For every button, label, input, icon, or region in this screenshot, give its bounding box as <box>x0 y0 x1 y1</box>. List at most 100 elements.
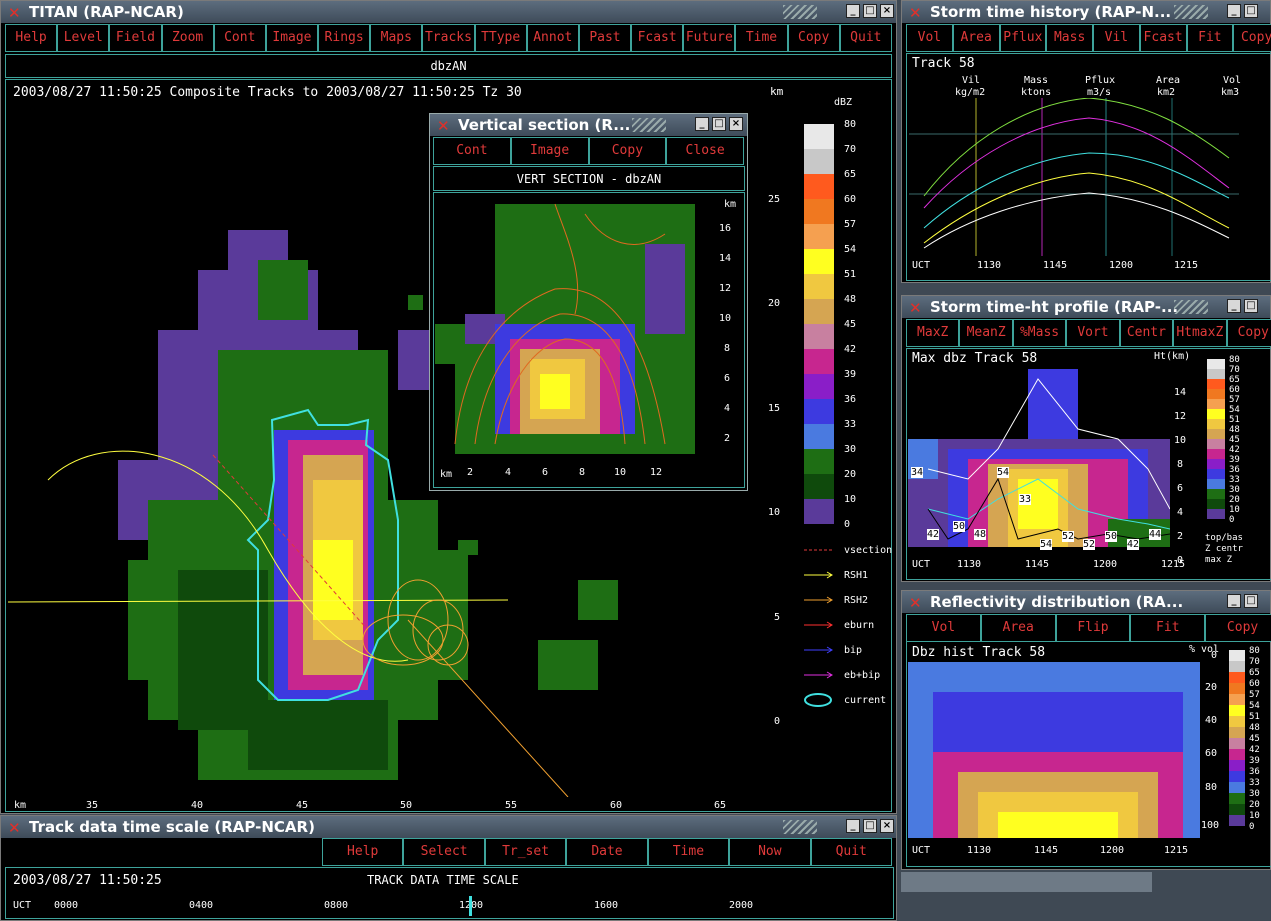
menu-copy[interactable]: Copy <box>787 24 840 52</box>
grip-icon[interactable] <box>632 118 666 132</box>
menu-image[interactable]: Image <box>265 24 319 52</box>
vs-x-tick: 10 <box>614 467 627 478</box>
menu-time[interactable]: Time <box>735 24 788 52</box>
history-copy-button[interactable]: Copy <box>1233 24 1271 52</box>
legend-swatch-vsection <box>804 549 832 551</box>
timescale-trset-button[interactable]: Tr_set <box>484 838 567 866</box>
close-icon[interactable]: × <box>880 4 894 18</box>
history-titlebar[interactable]: ✕ Storm time history (RAP-N... _ □ <box>902 1 1270 23</box>
profile-htmaxz-button[interactable]: HtmaxZ <box>1173 319 1227 347</box>
peak-label: 52 <box>1083 539 1096 550</box>
close-icon[interactable]: × <box>729 117 743 131</box>
close-x-icon[interactable]: ✕ <box>909 297 922 318</box>
minimize-icon[interactable]: _ <box>846 819 860 833</box>
vsection-cont-button[interactable]: Cont <box>433 137 511 165</box>
menu-level[interactable]: Level <box>57 24 110 52</box>
profile-vort-button[interactable]: Vort <box>1066 319 1120 347</box>
close-x-icon[interactable]: ✕ <box>909 592 922 613</box>
refl-copy-button[interactable]: Copy <box>1205 614 1271 642</box>
scale-swatch <box>1207 509 1225 519</box>
scale-swatch <box>1207 479 1225 489</box>
refl-flip-button[interactable]: Flip <box>1055 614 1131 642</box>
timescale-time-button[interactable]: Time <box>647 838 730 866</box>
titan-titlebar[interactable]: ✕ TITAN (RAP-NCAR) _ □ × <box>1 1 896 23</box>
legend-max-z: max Z <box>1205 555 1233 565</box>
vsection-image-button[interactable]: Image <box>510 137 589 165</box>
maximize-icon[interactable]: □ <box>863 819 877 833</box>
minimize-icon[interactable]: _ <box>1227 299 1241 313</box>
menu-ttype[interactable]: TType <box>474 24 527 52</box>
timescale-date-button[interactable]: Date <box>566 838 648 866</box>
history-track: Track 58 <box>912 56 975 71</box>
history-vil-button[interactable]: Vil <box>1093 24 1140 52</box>
timescale-quit-button[interactable]: Quit <box>810 838 892 866</box>
history-mass-button[interactable]: Mass <box>1046 24 1093 52</box>
menu-field[interactable]: Field <box>109 24 162 52</box>
grip-icon[interactable] <box>783 5 817 19</box>
profile-copy-button[interactable]: Copy <box>1226 319 1271 347</box>
refl-titlebar[interactable]: ✕ Reflectivity distribution (RA... _ □ <box>902 591 1270 613</box>
menu-future[interactable]: Future <box>683 24 736 52</box>
ht-tick: 14 <box>1174 387 1187 398</box>
menu-tracks[interactable]: Tracks <box>422 24 475 52</box>
menu-zoom[interactable]: Zoom <box>161 24 214 52</box>
menu-help[interactable]: Help <box>5 24 58 52</box>
vsection-close-button[interactable]: Close <box>666 137 744 165</box>
menu-fcast[interactable]: Fcast <box>631 24 684 52</box>
history-plot[interactable]: Track 58 Vil kg/m2 Mass ktons Pflux m3/s… <box>906 53 1271 281</box>
history-fcast-button[interactable]: Fcast <box>1139 24 1187 52</box>
scale-label: 10 <box>844 494 857 505</box>
refl-time: 1145 <box>1034 845 1059 856</box>
profile-centr-button[interactable]: Centr <box>1119 319 1174 347</box>
vsection-plot[interactable]: km 16 14 12 10 8 6 4 2 km 2 4 6 8 10 12 <box>433 192 745 488</box>
menu-rings[interactable]: Rings <box>318 24 371 52</box>
menu-annot[interactable]: Annot <box>526 24 579 52</box>
grip-icon[interactable] <box>1174 5 1208 19</box>
peak-label: 42 <box>927 529 940 540</box>
menu-maps[interactable]: Maps <box>370 24 423 52</box>
vsection-titlebar[interactable]: ✕ Vertical section (R... _ □ × <box>430 114 747 136</box>
profile-meanz-button[interactable]: MeanZ <box>959 319 1013 347</box>
history-pflux-button[interactable]: Pflux <box>999 24 1047 52</box>
minimize-icon[interactable]: _ <box>1227 4 1241 18</box>
refl-plot[interactable]: Dbz hist Track 58 % vol 0 20 40 60 80 10… <box>906 641 1271 867</box>
timescale-select-button[interactable]: Select <box>403 838 485 866</box>
timescale-panel[interactable]: 2003/08/27 11:50:25 TRACK DATA TIME SCAL… <box>5 867 894 919</box>
maximize-icon[interactable]: □ <box>1244 594 1258 608</box>
profile-mass-button[interactable]: %Mass <box>1012 319 1067 347</box>
timescale-titlebar[interactable]: ✕ Track data time scale (RAP-NCAR) _ □ × <box>1 816 896 838</box>
minimize-icon[interactable]: _ <box>1227 594 1241 608</box>
minimize-icon[interactable]: _ <box>846 4 860 18</box>
history-vol-button[interactable]: Vol <box>906 24 953 52</box>
close-icon[interactable]: × <box>880 819 894 833</box>
refl-vol-button[interactable]: Vol <box>906 614 981 642</box>
profile-maxz-button[interactable]: MaxZ <box>906 319 960 347</box>
menu-quit[interactable]: Quit <box>839 24 892 52</box>
close-x-icon[interactable]: ✕ <box>909 2 922 23</box>
maximize-icon[interactable]: □ <box>712 117 726 131</box>
grip-icon[interactable] <box>783 820 817 834</box>
timescale-now-button[interactable]: Now <box>729 838 811 866</box>
peak-label: 34 <box>911 467 924 478</box>
close-x-icon[interactable]: ✕ <box>437 115 450 136</box>
timescale-help-button[interactable]: Help <box>322 838 404 866</box>
profile-titlebar[interactable]: ✕ Storm time-ht profile (RAP-... _ □ <box>902 296 1270 318</box>
maximize-icon[interactable]: □ <box>863 4 877 18</box>
refl-area-button[interactable]: Area <box>980 614 1056 642</box>
profile-plot[interactable]: Max dbz Track 58 Ht(km) 34 50 48 54 33 5… <box>906 348 1271 580</box>
grip-icon[interactable] <box>1174 300 1208 314</box>
maximize-icon[interactable]: □ <box>1244 4 1258 18</box>
scale-label: 60 <box>1249 679 1260 689</box>
refl-fit-button[interactable]: Fit <box>1130 614 1206 642</box>
maximize-icon[interactable]: □ <box>1244 299 1258 313</box>
scale-swatch <box>1229 727 1245 738</box>
close-x-icon[interactable]: ✕ <box>8 817 21 838</box>
history-area-button[interactable]: Area <box>952 24 1000 52</box>
history-fit-button[interactable]: Fit <box>1186 24 1234 52</box>
close-x-icon[interactable]: ✕ <box>8 2 21 23</box>
menu-past[interactable]: Past <box>578 24 632 52</box>
menu-cont[interactable]: Cont <box>213 24 266 52</box>
timescale-cursor[interactable] <box>469 896 472 916</box>
minimize-icon[interactable]: _ <box>695 117 709 131</box>
vsection-copy-button[interactable]: Copy <box>588 137 667 165</box>
